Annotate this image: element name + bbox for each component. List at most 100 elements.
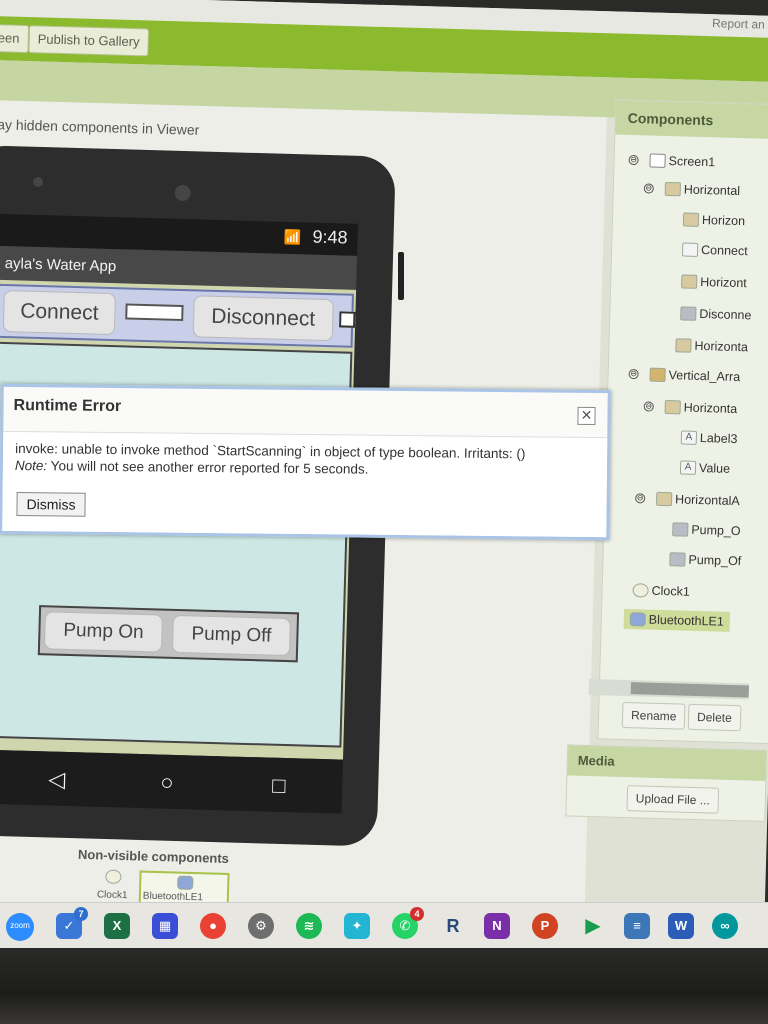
note-prefix: Note: bbox=[14, 457, 48, 474]
phone-sensor bbox=[32, 176, 44, 188]
r-app-icon[interactable]: R bbox=[440, 913, 466, 939]
tree-item-disconnect[interactable]: Disconne bbox=[680, 306, 752, 322]
bluetooth-icon bbox=[629, 612, 646, 627]
tree-item-bluetoothle1[interactable]: BluetoothLE1 bbox=[623, 608, 731, 632]
scrollbar-thumb[interactable] bbox=[630, 682, 749, 698]
pump-off-button[interactable]: Pump Off bbox=[171, 614, 291, 657]
screen-icon bbox=[649, 153, 666, 168]
button-icon bbox=[669, 552, 686, 567]
tree-item-horizont[interactable]: Horizont bbox=[681, 274, 747, 290]
vertical-arrangement-icon bbox=[649, 367, 666, 383]
phone-camera bbox=[174, 184, 191, 202]
tree-item-label: Label3 bbox=[699, 430, 738, 447]
tree-item-horizonta[interactable]: Horizonta bbox=[675, 338, 748, 354]
laptop-bezel bbox=[0, 948, 768, 1024]
tree-item-screen1[interactable]: ⊖ Screen1 bbox=[628, 153, 715, 169]
photo-stage: Report an Iss een Publish to Gallery pla… bbox=[0, 0, 768, 1024]
media-player-icon[interactable]: ▶ bbox=[580, 913, 606, 939]
tree-item-value[interactable]: A Value bbox=[679, 460, 731, 476]
tree-item-horizonta-2[interactable]: ⊖ Horizonta bbox=[643, 399, 738, 417]
horizontal-arrangement-icon bbox=[675, 338, 692, 353]
media-header: Media bbox=[567, 745, 767, 781]
tree-item-label: BluetoothLE1 bbox=[648, 612, 725, 629]
tree-item-label: Horizonta bbox=[683, 400, 738, 417]
clock-icon bbox=[632, 583, 649, 598]
tree-item-label: Screen1 bbox=[668, 154, 716, 170]
tree-item-label: Horizon bbox=[701, 212, 746, 229]
tree-item-label: HorizontalA bbox=[674, 492, 740, 509]
rename-button[interactable]: Rename bbox=[621, 701, 686, 730]
settings-icon[interactable]: ⚙ bbox=[248, 913, 274, 939]
chrome-icon[interactable]: ● bbox=[200, 913, 226, 939]
runtime-error-dialog: Runtime Error ✕ invoke: unable to invoke… bbox=[0, 383, 611, 541]
home-icon[interactable]: ○ bbox=[160, 770, 174, 796]
tree-item-clock1[interactable]: Clock1 bbox=[632, 583, 690, 599]
button-icon bbox=[680, 306, 697, 321]
tree-item-horizontal-a[interactable]: ⊖ HorizontalA bbox=[635, 491, 740, 508]
collapse-toggle-icon[interactable]: ⊖ bbox=[635, 493, 646, 504]
connect-button[interactable]: Connect bbox=[2, 290, 116, 336]
arduino-icon[interactable]: ∞ bbox=[712, 913, 738, 939]
dialog-title: Runtime Error bbox=[13, 396, 122, 416]
collapse-toggle-icon[interactable]: ⊖ bbox=[643, 401, 654, 412]
horizontal-arrangement-icon bbox=[664, 181, 682, 197]
python-icon[interactable]: ≡ bbox=[624, 913, 650, 939]
tree-item-vertical-arrangement[interactable]: ⊖ Vertical_Arra bbox=[628, 367, 740, 384]
tree-item-label: Value bbox=[698, 460, 731, 476]
components-header: Components bbox=[615, 100, 768, 140]
status-time: 9:48 bbox=[312, 226, 348, 248]
tree-item-label: Vertical_Arra bbox=[668, 368, 741, 385]
close-icon[interactable]: ✕ bbox=[577, 406, 596, 426]
components-panel: Components ⊖ Screen1 ⊖ Horizontal Horizo… bbox=[597, 99, 768, 745]
tree-item-horizontal-1[interactable]: ⊖ Horizontal bbox=[643, 181, 740, 198]
tree-item-horizon[interactable]: Horizon bbox=[682, 212, 746, 229]
textbox-icon bbox=[681, 242, 699, 257]
tree-item-label: Connect bbox=[700, 242, 748, 259]
horizontal-arrangement-icon bbox=[682, 212, 700, 227]
store-icon[interactable]: ▦ bbox=[152, 913, 178, 939]
word-icon[interactable]: W bbox=[668, 913, 694, 939]
signal-icon: 📶 bbox=[283, 228, 302, 246]
spotify-icon[interactable]: ≋ bbox=[296, 913, 322, 939]
media-panel: Media Upload File ... bbox=[565, 744, 768, 822]
clock-icon[interactable] bbox=[105, 869, 122, 885]
tree-item-pump-on[interactable]: Pump_O bbox=[672, 522, 741, 538]
onenote-icon[interactable]: N bbox=[484, 913, 510, 939]
recents-icon[interactable]: □ bbox=[272, 773, 286, 799]
back-icon[interactable]: ◁ bbox=[48, 766, 66, 792]
whatsapp-badge: 4 bbox=[410, 907, 424, 921]
whatsapp-icon[interactable]: ✆ 4 bbox=[392, 907, 424, 939]
collapse-toggle-icon[interactable]: ⊖ bbox=[628, 368, 639, 380]
collapse-toggle-icon[interactable]: ⊖ bbox=[628, 154, 639, 166]
tree-item-label: Horizont bbox=[700, 274, 747, 291]
report-issue-link[interactable]: Report an Iss bbox=[712, 16, 768, 32]
app-icon[interactable]: ✦ bbox=[344, 913, 370, 939]
publish-to-gallery-button[interactable]: Publish to Gallery bbox=[28, 25, 149, 57]
tree-item-pump-off[interactable]: Pump_Of bbox=[669, 552, 741, 568]
status-textbox[interactable] bbox=[125, 303, 184, 322]
horizontal-arrangement-icon bbox=[664, 400, 681, 415]
pump-on-button[interactable]: Pump On bbox=[43, 611, 163, 653]
excel-icon[interactable]: X bbox=[104, 913, 130, 939]
todo-icon[interactable]: ✓ 7 bbox=[56, 907, 88, 939]
todo-badge: 7 bbox=[74, 907, 88, 921]
android-nav-bar: ◁ ○ □ bbox=[0, 749, 343, 814]
tree-item-label: Clock1 bbox=[651, 583, 690, 599]
pump-row: Pump On Pump Off bbox=[37, 605, 300, 663]
tree-item-connect[interactable]: Connect bbox=[681, 242, 748, 259]
screen-dropdown-button[interactable]: een bbox=[0, 23, 29, 54]
disconnect-button[interactable]: Disconnect bbox=[192, 295, 334, 342]
label-icon: A bbox=[679, 460, 697, 475]
note-text: You will not see another error reported … bbox=[47, 458, 369, 477]
powerpoint-icon[interactable]: P bbox=[532, 913, 558, 939]
tree-item-label: Pump_Of bbox=[688, 552, 742, 569]
dismiss-button[interactable]: Dismiss bbox=[16, 491, 86, 517]
delete-button[interactable]: Delete bbox=[687, 703, 742, 732]
tree-item-label3[interactable]: A Label3 bbox=[680, 430, 738, 447]
collapse-toggle-icon[interactable]: ⊖ bbox=[643, 183, 654, 194]
state-checkbox[interactable] bbox=[339, 311, 356, 328]
connect-row: Connect Disconnect bbox=[0, 283, 356, 348]
upload-file-button[interactable]: Upload File ... bbox=[626, 785, 720, 814]
horizontal-arrangement-icon bbox=[681, 274, 698, 289]
zoom-icon[interactable]: zoom bbox=[6, 913, 34, 941]
